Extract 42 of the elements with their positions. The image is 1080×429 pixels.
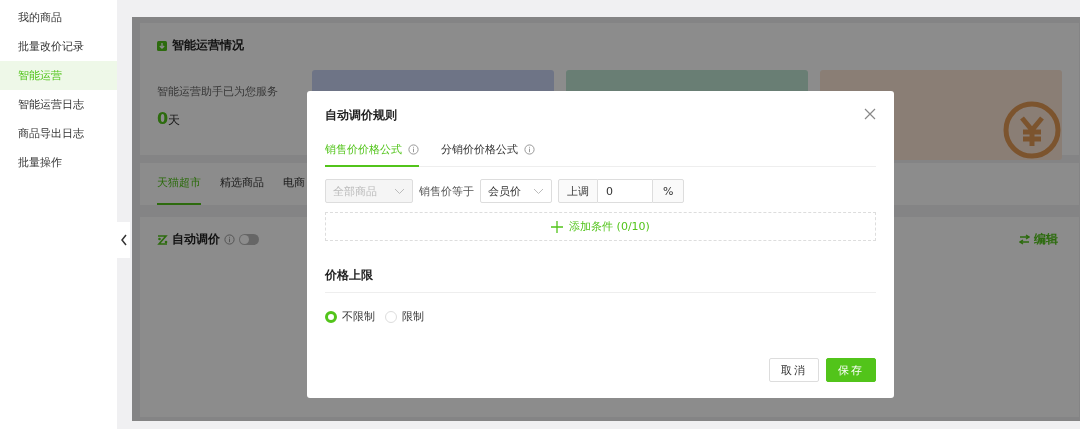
adjust-addon: 上调	[558, 179, 598, 203]
number-input[interactable]: 0	[598, 179, 652, 203]
sidebar-item[interactable]: 商品导出日志	[0, 119, 117, 148]
collapse-button[interactable]	[117, 222, 130, 258]
chevron-down-icon	[533, 187, 544, 195]
section-title: 价格上限	[325, 267, 876, 293]
info-icon	[524, 144, 535, 155]
download-icon	[157, 40, 167, 51]
chevron-down-icon	[394, 187, 405, 195]
day-unit: 天	[168, 113, 181, 127]
info-icon	[408, 144, 419, 155]
toggle-switch[interactable]	[239, 234, 259, 245]
radio-button[interactable]	[385, 310, 397, 323]
close-button[interactable]	[864, 107, 876, 120]
radio-label: 不限制	[342, 309, 375, 324]
sidebar-item[interactable]: 批量操作	[0, 148, 117, 177]
swap-icon	[1019, 234, 1030, 245]
cancel-button[interactable]: 取消	[769, 358, 819, 382]
close-icon	[864, 107, 876, 120]
unit-addon: %	[652, 179, 685, 203]
dialog-title: 自动调价规则	[325, 107, 397, 124]
info-icon	[224, 234, 235, 245]
dropdown[interactable]: 会员价	[480, 179, 552, 203]
tab[interactable]: 电商	[283, 163, 305, 205]
section-title: 智能运营情况	[172, 37, 244, 54]
radio-option[interactable]: 不限制	[325, 309, 375, 324]
sidebar-item[interactable]: 智能运营日志	[0, 90, 117, 119]
plus-icon	[551, 220, 564, 233]
yen-icon	[1002, 100, 1062, 160]
percent-icon	[157, 233, 168, 246]
chevron-left-icon	[119, 234, 128, 246]
tab[interactable]: 精选商品	[220, 163, 264, 205]
radio-button[interactable]	[325, 310, 337, 323]
service-label: 智能运营助手已为您服务	[157, 84, 279, 99]
radio-option[interactable]: 限制	[385, 309, 424, 324]
field-label: 销售价等于	[419, 183, 474, 199]
sidebar-item[interactable]: 我的商品	[0, 3, 117, 32]
day-count: 0	[157, 109, 169, 128]
tab[interactable]: 分销价价格公式	[441, 142, 535, 167]
section-title: 自动调价	[172, 231, 220, 248]
sidebar-item[interactable]: 批量改价记录	[0, 32, 117, 61]
radio-label: 限制	[402, 309, 424, 324]
